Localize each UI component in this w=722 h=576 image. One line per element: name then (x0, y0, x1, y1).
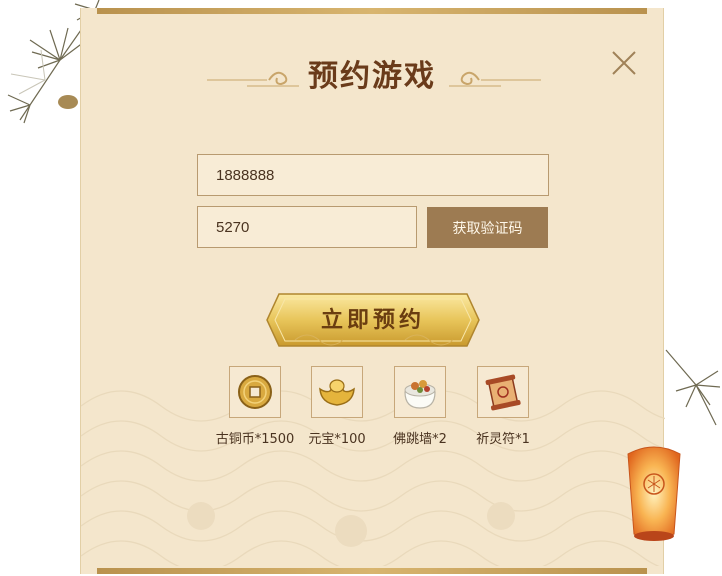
copper-coin-icon (238, 375, 272, 409)
title-right-ornament (449, 71, 541, 87)
reward-label: 古铜币*1500 (215, 432, 295, 447)
dialog-header: 预约游戏 (81, 52, 663, 102)
reward-label: 佛跳墙*2 (393, 432, 447, 447)
phone-input[interactable] (197, 154, 549, 196)
gold-ingot-icon (319, 379, 355, 406)
reward-item: 古铜币*1500 (215, 366, 295, 447)
reward-icon-frame (394, 366, 446, 418)
reward-item: 元宝*100 (297, 366, 377, 447)
reserve-now-button[interactable]: 立即预约 (265, 290, 481, 350)
pine-branch-right-icon (665, 349, 721, 426)
reward-label: 元宝*100 (308, 432, 366, 447)
top-gold-bar (97, 8, 647, 14)
reward-icon-frame (229, 366, 281, 418)
reward-icon-frame (477, 366, 529, 418)
reserve-now-label: 立即预约 (320, 307, 425, 333)
reward-label: 祈灵符*1 (476, 432, 530, 447)
bottom-gold-bar (97, 568, 647, 574)
reward-item: 佛跳墙*2 (380, 366, 460, 447)
reward-icon-frame (311, 366, 363, 418)
dialog-title: 预约游戏 (308, 59, 436, 94)
get-verification-code-button[interactable]: 获取验证码 (427, 207, 548, 248)
verification-code-input[interactable] (197, 206, 417, 248)
buddha-jumps-wall-dish-icon (404, 380, 436, 409)
close-icon[interactable] (609, 48, 639, 78)
sky-lantern-icon (627, 446, 681, 541)
reservation-dialog: 预约游戏 获取验证码 立即预约 (80, 8, 665, 574)
scroll-talisman-icon (485, 374, 521, 411)
reward-item: 祈灵符*1 (463, 366, 543, 447)
